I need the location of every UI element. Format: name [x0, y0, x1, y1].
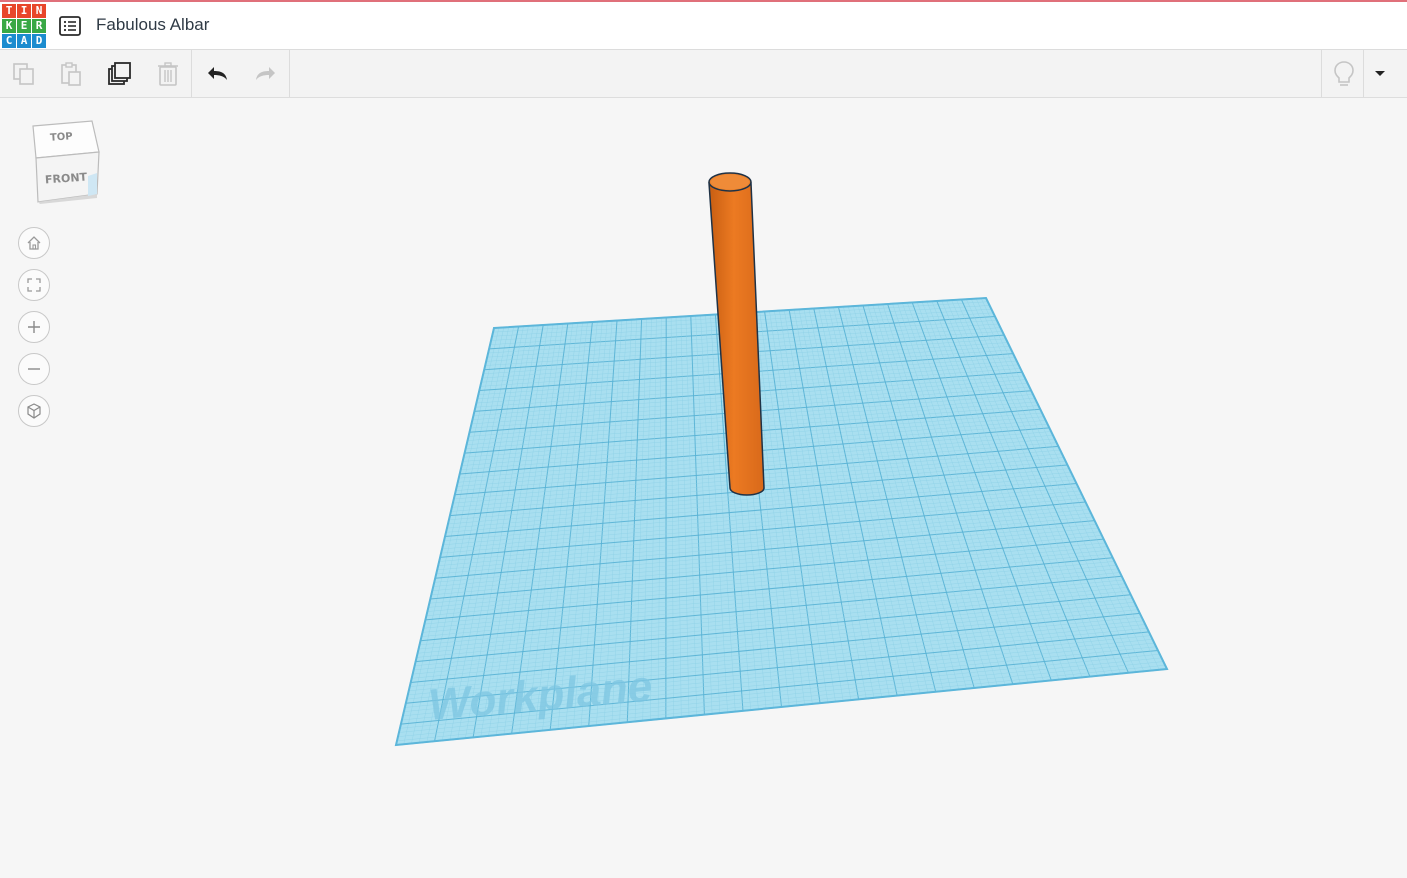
redo-button[interactable]: [251, 60, 279, 88]
paste-icon: [61, 62, 81, 86]
delete-button[interactable]: [154, 60, 182, 88]
undo-icon: [208, 67, 227, 80]
list-icon: [59, 16, 81, 36]
logo-letter: A: [17, 34, 31, 48]
logo-letter: K: [2, 19, 16, 33]
hint-button[interactable]: [1330, 60, 1358, 88]
logo-letter: C: [2, 34, 16, 48]
design-list-button[interactable]: [58, 14, 82, 38]
trash-icon: [158, 62, 178, 86]
paste-button[interactable]: [57, 60, 85, 88]
toolbar-separator: [289, 50, 290, 97]
duplicate-button[interactable]: [106, 60, 134, 88]
toolbar-separator: [191, 50, 192, 97]
logo-letter: N: [32, 4, 46, 18]
duplicate-icon: [108, 62, 131, 85]
logo-letter: I: [17, 4, 31, 18]
edit-toolbar: [0, 50, 1407, 98]
tinkercad-logo[interactable]: TIN KER CAD: [2, 4, 46, 48]
3d-viewport[interactable]: TOP FRONT Workplane: [0, 98, 1407, 878]
title-bar: TIN KER CAD Fabulous Albar: [0, 0, 1407, 50]
logo-letter: R: [32, 19, 46, 33]
tinkercad-app: TIN KER CAD Fabulous Albar TOP FRONT Workp…: [0, 0, 1407, 878]
undo-button[interactable]: [204, 60, 232, 88]
logo-letter: E: [17, 19, 31, 33]
toolbar-separator: [1363, 50, 1364, 97]
logo-letter: D: [32, 34, 46, 48]
lightbulb-icon: [1334, 61, 1354, 86]
logo-letter: T: [2, 4, 16, 18]
caret-down-icon: [1375, 71, 1385, 76]
toolbar-separator: [1321, 50, 1322, 97]
workplane[interactable]: Workplane: [394, 296, 1169, 747]
toolbar-dropdown-button[interactable]: [1366, 60, 1394, 88]
copy-button[interactable]: [10, 60, 38, 88]
redo-icon: [256, 67, 275, 80]
scene-canvas[interactable]: Workplane: [0, 98, 1407, 878]
design-title[interactable]: Fabulous Albar: [96, 15, 209, 35]
copy-icon: [13, 63, 34, 85]
